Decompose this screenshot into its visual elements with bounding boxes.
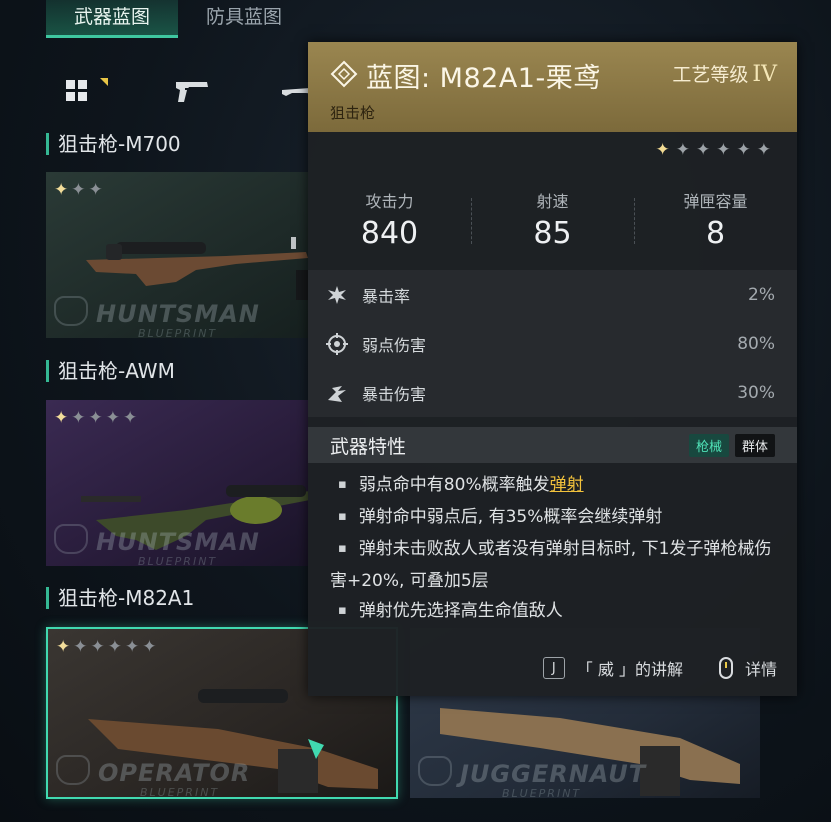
stat-attack: 攻击力 840 xyxy=(360,192,419,251)
star-rating: ✦✦✦✦✦✦ xyxy=(56,637,160,657)
brand-sub-watermark: BLUEPRINT xyxy=(502,787,582,798)
stat-magazine: 弹匣容量 8 xyxy=(634,182,797,262)
section-title-m700: 狙击枪-M700 xyxy=(46,133,181,155)
bounce-keyword-link[interactable]: 弹射 xyxy=(550,475,584,495)
main-stats: 攻击力 840 射速 85 弹匣容量 8 xyxy=(308,182,797,262)
category-pistol[interactable] xyxy=(162,68,222,112)
weapon-traits-list: 弱点命中有80%概率触发弹射 弹射命中弱点后, 有35%概率会继续弹射 弹射未击… xyxy=(330,470,788,628)
category-bar xyxy=(46,58,338,122)
star-rating: ✦✦✦✦✦ xyxy=(54,408,141,428)
attribute-list: 暴击率 2% 弱点伤害 80% 暴击伤害 30% xyxy=(308,270,797,417)
brand-sub-watermark: BLUEPRINT xyxy=(140,786,220,799)
blueprint-icon xyxy=(330,60,358,88)
blueprint-card-awm[interactable]: ✦✦✦✦✦ HUNTSMAN BLUEPRINT xyxy=(46,400,308,566)
craft-grade: 工艺等级 IV xyxy=(672,62,777,87)
tooltip-header: 蓝图: M82A1-栗鸢 工艺等级 IV 狙击枪 xyxy=(308,42,797,132)
huntsman-logo-icon xyxy=(54,524,88,554)
trait-item: 弹射命中弱点后, 有35%概率会继续弹射 xyxy=(330,502,788,534)
trait-item: 弹射优先选择高生命值敌人 xyxy=(330,596,788,628)
section-title-awm: 狙击枪-AWM xyxy=(46,360,175,382)
brand-sub-watermark: BLUEPRINT xyxy=(138,327,218,338)
attr-crit-rate: 暴击率 2% xyxy=(308,270,797,319)
blueprint-card-m700[interactable]: ✦✦✦ HUNTSMAN BLUEPRINT xyxy=(46,172,308,338)
tooltip-footer: J 「 威 」的讲解 详情 xyxy=(542,656,777,680)
brand-watermark: JUGGERNAUT xyxy=(460,760,647,788)
brand-sub-watermark: BLUEPRINT xyxy=(138,555,218,566)
star-rating: ✦✦✦ xyxy=(54,180,106,200)
brand-watermark: OPERATOR xyxy=(98,759,251,787)
attr-weakspot-damage: 弱点伤害 80% xyxy=(308,319,797,368)
details-hint[interactable]: 详情 xyxy=(745,656,777,680)
grid-icon xyxy=(65,79,87,101)
brand-watermark: HUNTSMAN xyxy=(96,528,260,556)
brand-watermark: HUNTSMAN xyxy=(96,300,260,328)
blueprint-title: 蓝图: M82A1-栗鸢 xyxy=(366,63,601,94)
tag-aoe: 群体 xyxy=(734,433,775,457)
trait-item: 弹射未击败敌人或者没有弹射目标时, 下1发子弹枪械伤害+20%, 可叠加5层 xyxy=(330,534,788,596)
blueprint-tabs: 武器蓝图 防具蓝图 xyxy=(46,0,310,38)
operator-logo-icon xyxy=(56,755,90,785)
tab-weapon-blueprint[interactable]: 武器蓝图 xyxy=(46,0,179,38)
tooltip-star-rating: ✦✦✦✦✦✦ xyxy=(655,140,777,160)
juggernaut-logo-icon xyxy=(418,756,452,786)
weapon-traits-header: 武器特性 枪械 群体 xyxy=(308,427,797,463)
explain-hint: 「 威 」的讲解 xyxy=(576,660,683,679)
category-all[interactable] xyxy=(46,68,108,112)
pistol-icon xyxy=(176,82,208,102)
selected-flag-icon xyxy=(100,78,108,86)
crit-damage-icon xyxy=(326,382,348,404)
stat-fire-rate: 射速 85 xyxy=(471,182,634,262)
weakspot-icon xyxy=(326,332,348,355)
weapon-type: 狙击枪 xyxy=(330,104,376,122)
attr-crit-damage: 暴击伤害 30% xyxy=(308,368,797,417)
trait-item: 弱点命中有80%概率触发弹射 xyxy=(330,470,788,502)
j-key-hint[interactable]: J xyxy=(542,657,565,679)
tab-armor-blueprint[interactable]: 防具蓝图 xyxy=(178,0,310,38)
sniper-rifle-image xyxy=(86,237,308,300)
mouse-icon xyxy=(718,657,733,679)
huntsman-logo-icon xyxy=(54,296,88,326)
crit-rate-icon xyxy=(326,284,348,306)
section-title-m82a1: 狙击枪-M82A1 xyxy=(46,587,194,609)
tag-firearm: 枪械 xyxy=(688,433,729,457)
craft-grade-value: IV xyxy=(752,62,777,87)
blueprint-detail-tooltip: 蓝图: M82A1-栗鸢 工艺等级 IV 狙击枪 ✦✦✦✦✦✦ 攻击力 840 射… xyxy=(308,42,797,696)
